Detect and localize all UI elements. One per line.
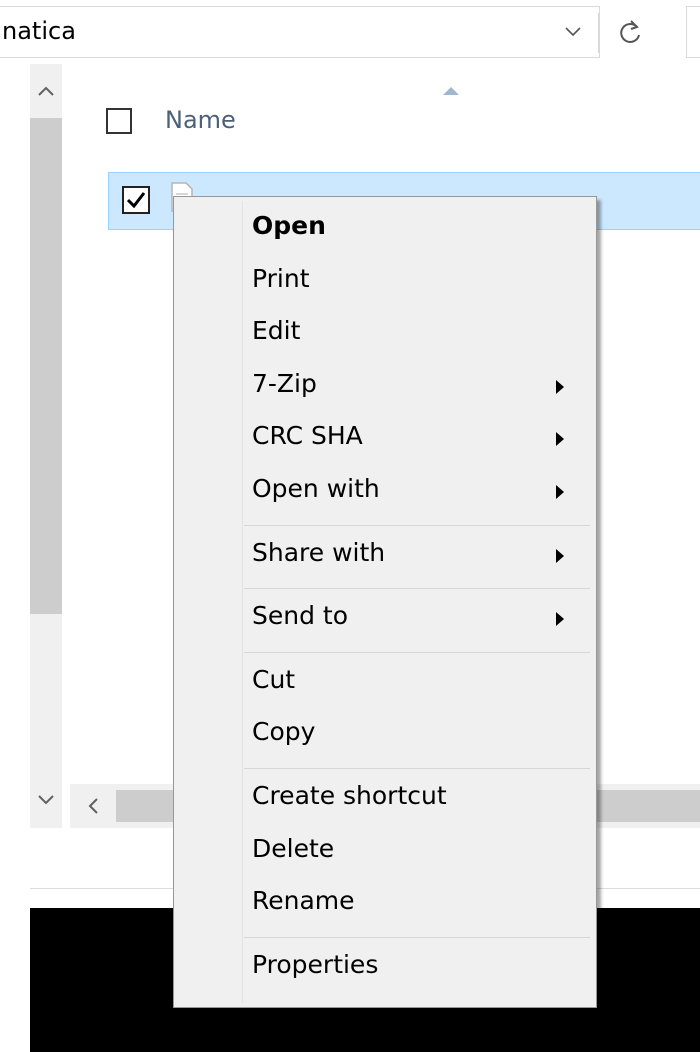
address-bar[interactable]: natica (0, 6, 600, 58)
context-menu: Open Print Edit 7-Zip CRC SHA Open with Share … (173, 196, 597, 1008)
submenu-arrow-icon (556, 432, 564, 447)
menu-item-label: Rename (252, 886, 355, 916)
menu-item-label: Properties (252, 949, 379, 979)
chevron-left-icon (88, 798, 98, 814)
menu-item-copy[interactable]: Copy (174, 711, 596, 763)
refresh-icon (620, 20, 640, 43)
menu-item-open-with[interactable]: Open with (174, 468, 596, 520)
menu-item-edit[interactable]: Edit (174, 310, 596, 362)
navigation-pane-scrollbar[interactable] (30, 64, 62, 828)
chevron-down-icon (565, 27, 581, 37)
scroll-thumb[interactable] (30, 118, 62, 614)
menu-separator (244, 588, 590, 590)
menu-item-send-to[interactable]: Send to (174, 595, 596, 647)
menu-item-label: Create shortcut (252, 781, 447, 810)
submenu-arrow-icon (556, 485, 564, 499)
menu-item-share-with[interactable]: Share with (174, 532, 596, 584)
address-separator (598, 13, 599, 53)
menu-item-cut[interactable]: Cut (174, 659, 596, 711)
menu-item-label: CRC SHA (252, 421, 363, 451)
checkmark-icon (126, 192, 146, 209)
menu-item-7-zip[interactable]: 7-Zip (174, 363, 596, 415)
menu-item-print[interactable]: Print (174, 258, 596, 310)
chevron-up-icon (38, 86, 54, 96)
menu-item-properties[interactable]: Properties (174, 944, 596, 996)
menu-item-label: Cut (252, 664, 296, 694)
menu-item-create-shortcut[interactable]: Create shortcut (174, 775, 596, 827)
menu-item-label: Send to (252, 601, 349, 631)
submenu-arrow-icon (556, 612, 564, 627)
search-box[interactable] (686, 6, 700, 58)
submenu-arrow-icon (556, 548, 564, 563)
menu-item-label: Copy (252, 717, 316, 747)
scroll-up-button[interactable] (30, 64, 62, 118)
menu-item-label: Open with (252, 474, 380, 503)
scroll-left-button[interactable] (70, 784, 116, 828)
sort-ascending-icon (443, 87, 459, 95)
menu-item-label: Open (252, 211, 326, 240)
menu-item-label: 7-Zip (252, 368, 317, 398)
select-all-checkbox[interactable] (106, 108, 132, 134)
submenu-arrow-icon (556, 379, 564, 394)
menu-item-crc-sha[interactable]: CRC SHA (174, 415, 596, 467)
scroll-down-button[interactable] (30, 772, 62, 828)
chevron-down-icon (38, 795, 54, 805)
menu-item-delete[interactable]: Delete (174, 828, 596, 880)
menu-item-rename[interactable]: Rename (174, 880, 596, 932)
address-history-dropdown[interactable] (555, 7, 591, 57)
menu-item-label: Print (252, 263, 310, 293)
menu-item-open[interactable]: Open (174, 205, 596, 257)
menu-item-label: Edit (252, 316, 301, 346)
menu-separator (244, 524, 590, 526)
column-header-name[interactable]: Name (165, 106, 236, 134)
refresh-button[interactable] (605, 6, 655, 58)
menu-item-label: Delete (252, 833, 335, 863)
menu-separator (244, 768, 590, 769)
menu-separator (244, 651, 590, 653)
address-path[interactable]: natica (2, 17, 76, 45)
row-checkbox[interactable] (122, 186, 150, 214)
menu-item-label: Share with (252, 537, 386, 567)
menu-separator (244, 936, 590, 938)
